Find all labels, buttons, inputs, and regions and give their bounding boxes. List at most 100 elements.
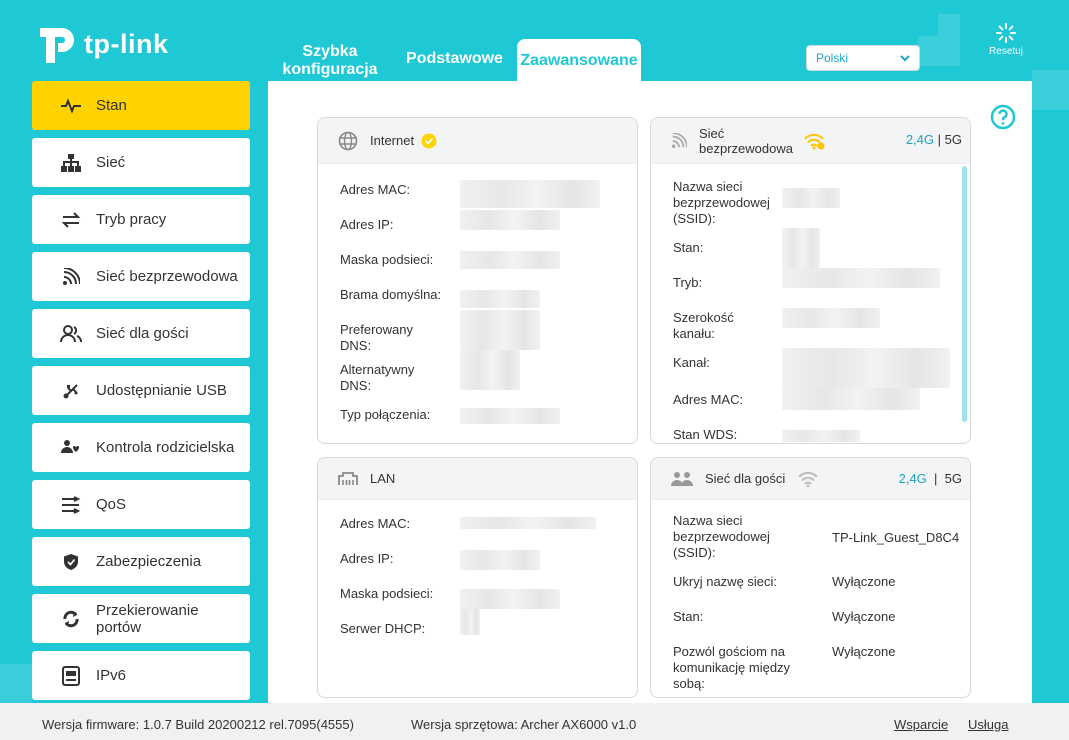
blurred-value xyxy=(460,310,540,350)
blurred-value xyxy=(782,308,880,328)
decoration xyxy=(938,14,960,36)
help-icon xyxy=(990,104,1016,130)
wireless-card-header: Sieć bezprzewodowa 2,4G | 5G xyxy=(651,118,970,164)
guest-hide-ssid-value: Wyłączone xyxy=(832,574,896,589)
sidebar-item-network[interactable]: Sieć xyxy=(32,138,250,187)
wifi-icon xyxy=(797,471,819,487)
qos-icon xyxy=(60,494,82,516)
wireless-mac-label: Adres MAC: xyxy=(673,392,744,407)
blurred-value xyxy=(460,210,560,230)
blurred-value xyxy=(460,408,560,424)
band-5g-toggle[interactable]: 5G xyxy=(945,471,962,486)
sidebar-item-guest-network[interactable]: Sieć dla gości xyxy=(32,309,250,358)
internet-card: Internet Adres MAC: Adres IP: Maska pods… xyxy=(317,117,638,444)
help-button[interactable] xyxy=(990,104,1016,135)
blurred-value xyxy=(460,609,480,635)
internet-dns2-label: Alternatywny DNS: xyxy=(340,362,415,393)
internet-conn-type-label: Typ połączenia: xyxy=(340,407,431,422)
sidebar-item-wireless[interactable]: Sieć bezprzewodowa xyxy=(32,252,250,301)
tp-link-logo: tp-link xyxy=(32,20,169,68)
blurred-value xyxy=(460,290,540,308)
guest-isolation-value: Wyłączone xyxy=(832,644,896,659)
tab-basic[interactable]: Podstawowe xyxy=(392,37,517,81)
hardware-version: Wersja sprzętowa: Archer AX6000 v1.0 xyxy=(411,717,637,732)
guest-ssid-label: Nazwa sieci bezprzewodowej (SSID): xyxy=(673,513,770,560)
reset-button[interactable]: Resetuj xyxy=(984,22,1028,57)
sidebar-item-label: Zabezpieczenia xyxy=(96,553,202,570)
blurred-value xyxy=(782,430,860,442)
wireless-icon xyxy=(671,132,687,149)
lan-card-header: LAN xyxy=(318,458,637,500)
guest-isolation-label: Pozwól gościom na komunikację między sob… xyxy=(673,644,791,691)
parental-icon xyxy=(60,437,82,459)
decoration xyxy=(918,36,960,66)
tab-advanced[interactable]: Zaawansowane xyxy=(517,39,641,81)
usb-icon xyxy=(60,380,82,402)
language-select[interactable]: Polski xyxy=(806,45,920,71)
band-separator: | xyxy=(934,471,938,486)
wireless-width-label: Szerokość kanału: xyxy=(673,310,734,341)
blurred-value xyxy=(460,251,560,269)
sidebar-item-ipv6[interactable]: IPv6 xyxy=(32,651,250,700)
sidebar-item-parental-controls[interactable]: Kontrola rodzicielska xyxy=(32,423,250,472)
sidebar-item-label: Sieć xyxy=(96,154,126,171)
sidebar: Stan Sieć Tryb pracy Sieć bezprzewodowa … xyxy=(32,81,250,708)
reset-icon xyxy=(996,23,1016,43)
pulse-icon xyxy=(60,95,82,117)
blurred-value xyxy=(782,388,920,410)
guest-status-label: Stan: xyxy=(673,609,704,624)
sidebar-item-security[interactable]: Zabezpieczenia xyxy=(32,537,250,586)
footer: Wersja firmware: 1.0.7 Build 20200212 re… xyxy=(0,703,1069,740)
sidebar-item-operation-mode[interactable]: Tryb pracy xyxy=(32,195,250,244)
guest-network-card: Sieć dla gości 2,4G | 5G Nazwa sieci bez… xyxy=(650,457,971,698)
lan-mac-label: Adres MAC: xyxy=(340,516,411,531)
globe-icon xyxy=(338,131,358,151)
decoration xyxy=(1032,70,1069,110)
language-value: Polski xyxy=(816,51,849,65)
wireless-wds-label: Stan WDS: xyxy=(673,427,738,442)
sidebar-item-qos[interactable]: QoS xyxy=(32,480,250,529)
tp-link-logo-icon xyxy=(32,20,80,68)
blurred-value xyxy=(460,350,520,390)
internet-mac-label: Adres MAC: xyxy=(340,182,411,197)
tab-quick-setup[interactable]: Szybka konfiguracja xyxy=(268,43,392,81)
band-24g-toggle[interactable]: 2,4G xyxy=(899,471,927,486)
internet-dns1-label: Preferowany DNS: xyxy=(340,322,413,353)
wireless-channel-label: Kanał: xyxy=(673,355,710,370)
sidebar-item-label: Przekierowanie portów xyxy=(96,601,199,636)
band-5g-toggle[interactable]: 5G xyxy=(945,132,962,147)
port-forward-icon xyxy=(60,608,82,630)
shield-icon xyxy=(60,551,82,573)
reset-label: Resetuj xyxy=(989,46,1023,57)
sidebar-item-label: IPv6 xyxy=(96,667,127,684)
blurred-value xyxy=(782,268,940,288)
mode-icon xyxy=(60,209,82,231)
decoration xyxy=(0,664,32,704)
wireless-ssid-label: Nazwa sieci bezprzewodowej (SSID): xyxy=(673,179,770,226)
sidebar-item-usb-sharing[interactable]: Udostępnianie USB xyxy=(32,366,250,415)
wireless-icon xyxy=(60,266,82,288)
wifi-warning-icon xyxy=(803,132,825,150)
lan-ip-label: Adres IP: xyxy=(340,551,394,566)
wireless-card-scrollbar[interactable] xyxy=(962,166,967,422)
internet-title: Internet xyxy=(370,133,415,148)
brand-name: tp-link xyxy=(84,28,169,59)
support-link[interactable]: Wsparcie xyxy=(894,717,948,732)
guest-icon xyxy=(60,323,82,345)
guest-status-value: Wyłączone xyxy=(832,609,896,624)
sidebar-item-label: Udostępnianie USB xyxy=(96,382,227,399)
blurred-value xyxy=(782,188,840,208)
service-link[interactable]: Usługa xyxy=(968,717,1008,732)
guest-icon xyxy=(671,471,693,487)
band-24g-toggle[interactable]: 2,4G xyxy=(906,132,934,147)
top-tabs: Szybka konfiguracja Podstawowe Zaawansow… xyxy=(268,39,641,81)
lan-mask-label: Maska podsieci: xyxy=(340,586,434,601)
sidebar-item-label: Sieć dla gości xyxy=(96,325,189,342)
blurred-value xyxy=(460,517,596,529)
lan-title: LAN xyxy=(370,471,396,486)
sidebar-item-port-forwarding[interactable]: Przekierowanie portów xyxy=(32,594,250,643)
lan-card: LAN Adres MAC: Adres IP: Maska podsieci:… xyxy=(317,457,638,698)
wireless-mode-label: Tryb: xyxy=(673,275,703,290)
internet-ip-label: Adres IP: xyxy=(340,217,394,232)
sidebar-item-status[interactable]: Stan xyxy=(32,81,250,130)
